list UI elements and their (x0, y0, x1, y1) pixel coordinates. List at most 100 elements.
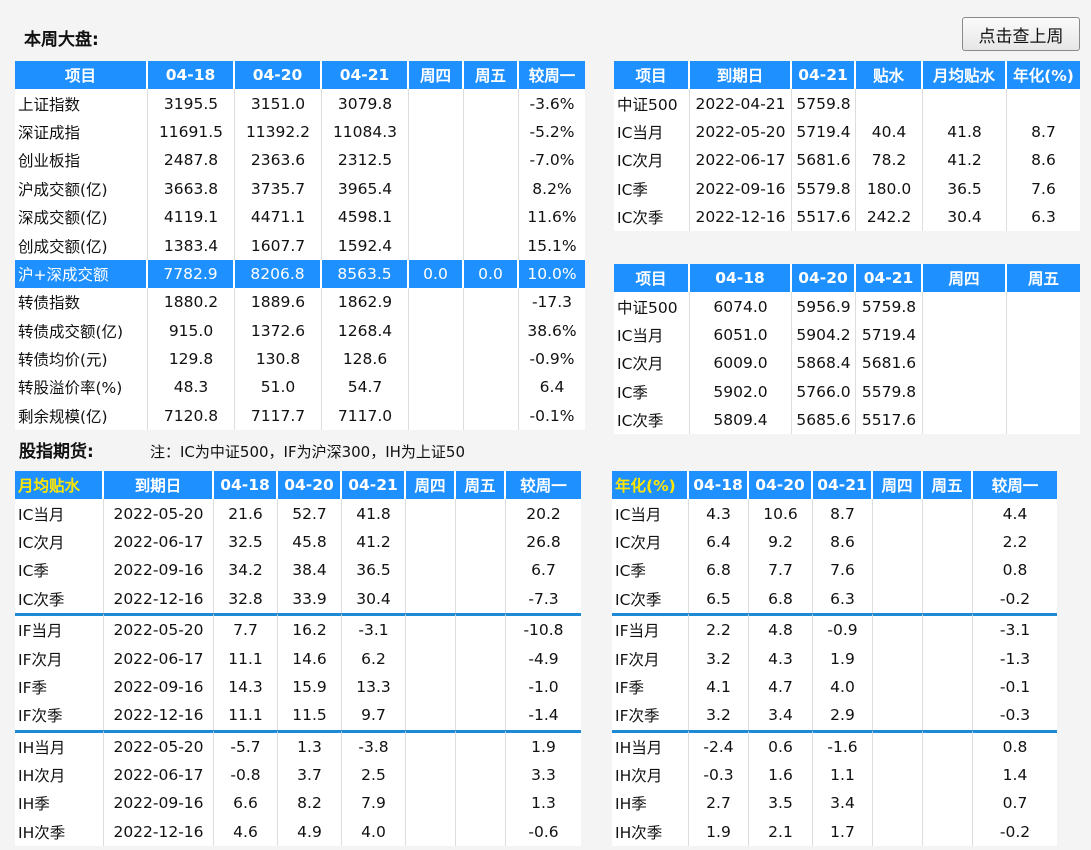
table-cell: 11.5 (278, 701, 342, 730)
table-cell: 78.2 (856, 146, 923, 175)
table-row: IC当月 6051.0 5904.2 5719.4 (614, 320, 1080, 350)
row-label: IH季 (612, 789, 689, 818)
table-cell: 11392.2 (235, 117, 322, 147)
table-cell: 38.4 (278, 556, 342, 585)
table-cell: 3151.0 (235, 89, 322, 118)
table-cell: 2022-06-17 (104, 760, 214, 790)
table-cell: 41.8 (342, 499, 406, 528)
table-cell: 3.4 (813, 789, 873, 818)
table-cell: 2363.6 (235, 146, 322, 175)
row-label: IH次季 (612, 817, 689, 847)
table-row: IC季 2022-09-16 5579.8 180.0 36.5 7.6 (614, 174, 1080, 203)
table-cell: 30.4 (923, 202, 1007, 232)
table-cell (409, 401, 464, 431)
table-cell: 1607.7 (235, 231, 322, 260)
table-cell: -0.2 (999, 822, 1031, 841)
table-cell: 2022-05-20 (104, 729, 214, 761)
week-title: 本周大盘: (24, 30, 99, 50)
table-cell: 2022-05-20 (104, 499, 214, 528)
table-cell (923, 789, 973, 818)
table-cell (1007, 406, 1080, 434)
column-header: 周四 (409, 61, 464, 90)
table-cell (1007, 378, 1080, 406)
table-cell: 5517.6 (856, 405, 923, 435)
table-cell: 2022-09-16 (104, 556, 214, 585)
table-cell (856, 89, 923, 118)
column-header: 到期日 (104, 471, 214, 500)
table-cell (923, 320, 1007, 350)
table-cell: 45.8 (278, 527, 342, 557)
market-table: 项目 04-18 04-20 04-21 周四 周五 较周一 上证指数 3195.5 3151.0… (15, 61, 585, 431)
table-cell (456, 729, 506, 761)
table-cell: 128.6 (322, 344, 409, 374)
table-cell (873, 556, 923, 585)
table-cell (406, 729, 456, 761)
table-row: 转债均价(元) 129.8 130.8 128.6 -0.9% (15, 344, 585, 374)
table-row: IF季 4.1 4.7 4.0 -0.1 (612, 672, 1057, 702)
table-cell: -10.8 (506, 612, 581, 644)
column-header: 04-21 (792, 61, 856, 90)
table-cell: 1.7 (813, 817, 873, 847)
table-cell (1007, 89, 1080, 117)
row-label: IC次月 (612, 527, 689, 557)
table-cell: 2.7 (689, 789, 749, 818)
contracts-table: 项目 到期日 04-21 贴水 月均贴水 年化(%) 中证500 2022-04-21 5759… (614, 61, 1080, 232)
row-label: 创成交额(亿) (15, 231, 148, 260)
table-cell: 2022-09-16 (104, 672, 214, 702)
table-cell: 0.8 (1002, 561, 1028, 580)
row-label: IC季 (612, 556, 689, 585)
table-cell: 130.8 (235, 344, 322, 374)
table-cell: 48.3 (148, 373, 235, 402)
table-row: 转债成交额(亿) 915.0 1372.6 1268.4 38.6% (15, 316, 585, 345)
table-cell: 1.3 (278, 729, 342, 761)
table-row: 沪+深成交额 7782.9 8206.8 8563.5 0.0 0.0 10.0% (15, 259, 585, 289)
row-label: 转债均价(元) (15, 344, 148, 374)
table-cell (923, 760, 973, 790)
table-cell (406, 701, 456, 730)
table-cell: 4598.1 (322, 202, 409, 232)
column-header: 04-20 (235, 61, 322, 90)
table-cell: 41.8 (923, 117, 1007, 147)
row-label: IH次月 (15, 760, 104, 790)
table-cell: 11.1 (214, 701, 278, 730)
table-cell: 0.6 (749, 729, 813, 761)
row-label: IC季 (614, 174, 690, 203)
table-cell (406, 527, 456, 557)
table-cell (923, 817, 973, 847)
table-cell: -5.2% (529, 122, 575, 141)
row-label: 转股溢价率(%) (15, 373, 148, 402)
table-cell: -0.2 (999, 589, 1031, 608)
row-label: IC季 (15, 556, 104, 585)
table-cell: 20.2 (526, 504, 561, 523)
table-cell (1007, 292, 1080, 320)
table-cell (873, 729, 923, 761)
table-row: IC次月 6009.0 5868.4 5681.6 (614, 349, 1080, 378)
table-cell: 2.9 (813, 701, 873, 730)
table-cell: 5868.4 (792, 349, 856, 378)
table-cell (923, 499, 973, 528)
table-row: 创成交额(亿) 1383.4 1607.7 1592.4 15.1% (15, 231, 585, 260)
table-cell: -1.0 (528, 677, 559, 696)
table-cell: 7.7 (214, 612, 278, 645)
table-cell: 6009.0 (690, 349, 792, 378)
table-cell: 6.7 (531, 561, 556, 580)
table-cell (923, 556, 973, 585)
table-cell (464, 288, 519, 317)
table-cell: 52.7 (278, 499, 342, 528)
table-cell: 4.1 (689, 672, 749, 702)
table-cell: 6.3 (813, 584, 873, 613)
table-cell (456, 672, 506, 702)
table-cell: 36.5 (342, 556, 406, 585)
table-cell (923, 672, 973, 702)
table-cell (923, 527, 973, 557)
table-row: IC次月 2022-06-17 5681.6 78.2 41.2 8.6 (614, 146, 1080, 175)
table-cell: 1592.4 (322, 231, 409, 260)
table-row: 上证指数 3195.5 3151.0 3079.8 -3.6% (15, 89, 585, 118)
table-cell: -0.1% (529, 406, 575, 425)
table-cell: -4.9 (528, 649, 559, 668)
column-header: 04-21 (322, 61, 409, 90)
row-label: 创业板指 (15, 146, 148, 175)
column-header: 月均贴水 (923, 61, 1007, 90)
view-last-week-button[interactable]: 点击查上周 (962, 17, 1080, 51)
table-cell: 5719.4 (792, 117, 856, 147)
